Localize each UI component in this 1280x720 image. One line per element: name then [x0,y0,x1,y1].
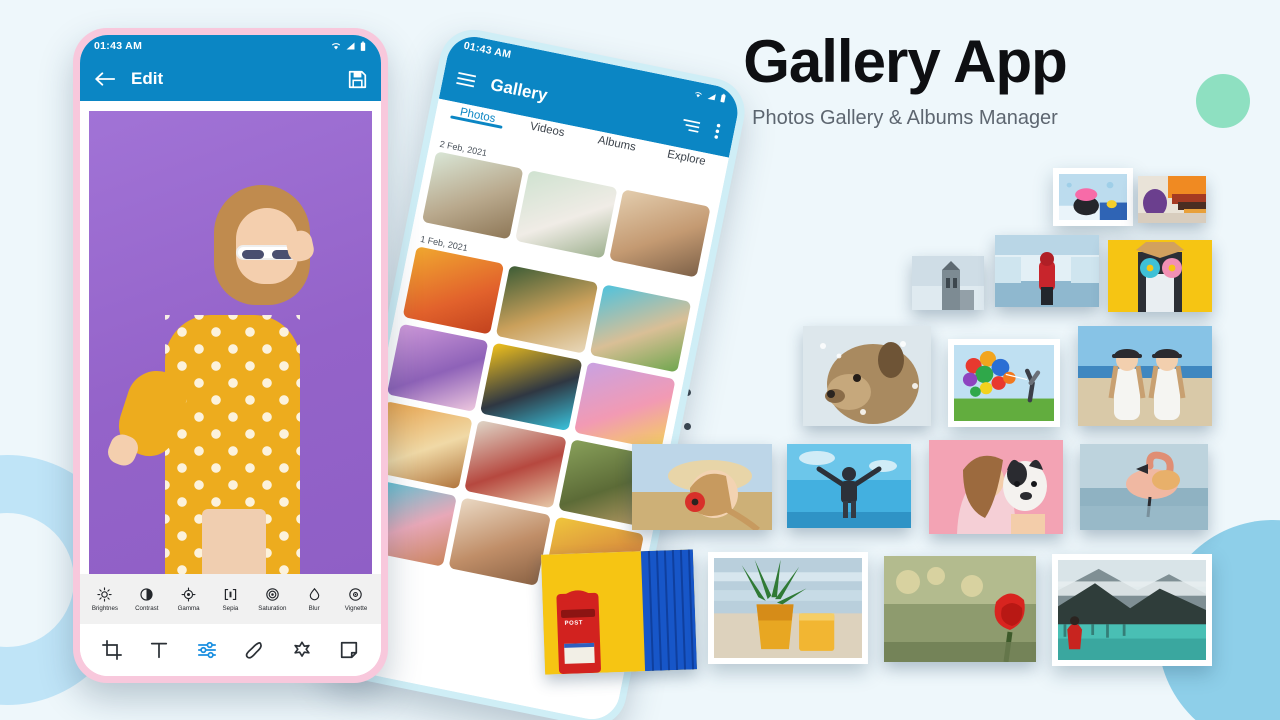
photo-art [787,444,911,528]
sort-icon[interactable] [681,117,701,133]
filter-label: Brightnes [91,604,118,612]
gallery-title: Gallery [488,74,550,105]
photo-art [929,440,1063,534]
filter-vignette[interactable]: Vignette [336,587,376,612]
waterfall-red-jacket-photo[interactable] [995,235,1099,307]
filter-strip: Brightnes Contrast Gamma Sepia Saturatio… [80,574,381,624]
decorative-circle-top-right [1196,74,1250,128]
filter-label: Saturation [258,604,287,612]
filter-label: Sepia [222,604,239,612]
phone-screen: 01:43 AM Edit Brightnes Contrast Gamma S… [80,35,381,676]
text-icon[interactable] [149,640,169,660]
balloons-jump-photo[interactable] [948,339,1060,427]
photo-art [995,235,1099,307]
filter-blur[interactable]: Blur [294,587,334,612]
saturation-icon [266,587,279,601]
status-icon-group [692,87,727,104]
filter-gamma[interactable]: Gamma [169,586,209,612]
hamburger-menu-icon[interactable] [456,71,477,88]
photo-art [1078,326,1212,426]
cathedral-snow-photo[interactable] [912,256,984,310]
hot-air-balloons-photo[interactable] [1138,176,1206,223]
photo-art [714,558,862,658]
brightness-icon [97,586,113,602]
edit-statusbar: 01:43 AM [80,35,381,57]
photo-art [1080,444,1208,530]
filter-label: Contrast [135,604,159,612]
filter-label: Blur [308,604,320,612]
tool-strip [80,624,381,676]
filter-brightness[interactable]: Brightnes [85,586,125,612]
edit-appbar: 01:43 AM Edit [80,35,381,101]
girl-donuts-yellow-photo[interactable] [1108,240,1212,312]
photo-art [632,444,772,530]
edit-photo-canvas[interactable] [89,111,372,574]
frame-icon[interactable] [339,640,359,660]
filter-label: Gamma [177,604,200,612]
filter-sepia[interactable]: Sepia [210,587,250,612]
battery-icon [360,41,366,51]
contrast-icon [140,587,153,601]
status-time: 01:43 AM [94,40,143,52]
save-icon[interactable] [348,70,367,89]
man-arms-raised-photo[interactable] [787,444,911,528]
battery-icon [720,93,726,103]
red-postbox-photo[interactable]: POST [540,549,698,675]
brush-icon[interactable] [244,640,264,660]
photo-art [954,345,1054,421]
phone-mockup-edit: 01:43 AM Edit Brightnes Contrast Gamma S… [73,28,388,683]
flamingo-water-photo[interactable] [1080,444,1208,530]
woman-kissing-dog-photo[interactable] [929,440,1063,534]
photo-art [912,256,984,310]
woman-red-dress-lake-photo[interactable] [1052,554,1212,666]
edit-toolbar: Edit [80,57,381,101]
woman-red-poppy-photo[interactable] [632,444,772,530]
subject-legs [202,509,267,574]
photo-art [540,549,698,675]
filter-saturation[interactable]: Saturation [252,587,292,612]
photo-art [1058,560,1206,660]
photo-art [1108,240,1212,312]
postbox-label: POST [564,620,584,628]
sepia-icon [224,588,237,600]
dog-in-snow-photo[interactable] [803,326,931,426]
crop-icon[interactable] [101,640,122,660]
adjust-icon[interactable] [197,640,217,660]
pineapple-juice-beach-photo[interactable] [708,552,868,664]
phone-bezel: 01:43 AM Edit Brightnes Contrast Gamma S… [73,28,388,683]
page-root: Gallery App Photos Gallery & Albums Mana… [0,0,1280,720]
status-icon-group [330,41,367,52]
photo-art [884,556,1036,662]
photo-art [1059,174,1127,220]
photo-art [803,326,931,426]
wifi-icon [331,43,341,50]
filter-contrast[interactable]: Contrast [127,587,167,612]
signal-icon [346,42,355,50]
blur-icon [309,587,319,600]
back-arrow-icon[interactable] [94,71,115,87]
two-women-beach-photo[interactable] [1078,326,1212,426]
gamma-icon [181,586,196,602]
vignette-icon [349,587,363,601]
signal-icon [707,93,716,100]
wifi-icon [695,91,703,97]
photo-art [1138,176,1206,223]
dog-shower-cap-photo[interactable] [1053,168,1133,226]
red-poppy-field-photo[interactable] [884,556,1036,662]
filter-label: Vignette [344,604,368,612]
overflow-menu-icon[interactable] [713,122,721,140]
sticker-icon[interactable] [292,640,312,660]
edit-title: Edit [131,69,164,88]
